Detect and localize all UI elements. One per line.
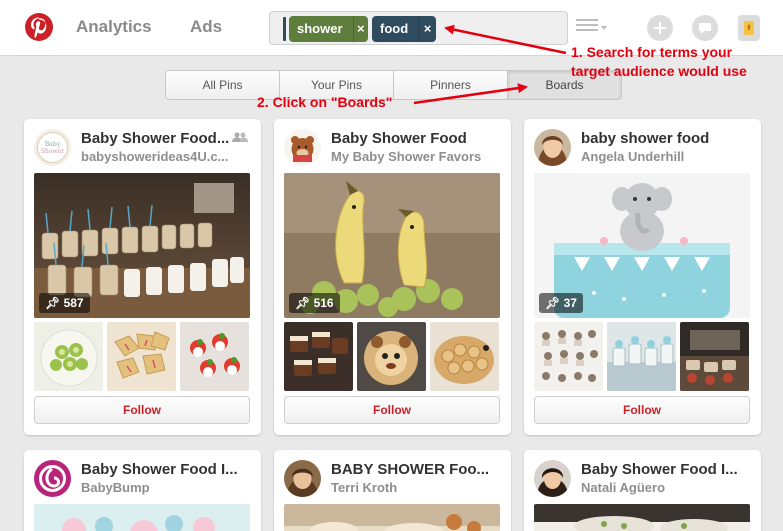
annotation-step-2: 2. Click on "Boards" [257, 94, 393, 110]
remove-chip-icon[interactable]: × [418, 16, 436, 42]
board-thumbnail[interactable] [180, 322, 249, 391]
search-input[interactable]: shower × food × [269, 11, 568, 45]
board-thumbnail[interactable] [34, 322, 103, 391]
board-avatar: Baby Shower [34, 129, 71, 166]
annotation-step-1: 1. Search for terms your target audience… [571, 43, 747, 81]
pin-count-badge: 📌︎ 516 [289, 293, 340, 313]
board-avatar [284, 460, 321, 497]
board-thumbnail[interactable] [284, 322, 353, 391]
board-owner[interactable]: BabyBump [81, 480, 251, 495]
board-thumbnail[interactable] [680, 322, 749, 391]
pin-count: 37 [563, 296, 577, 310]
board-title[interactable]: Baby Shower Food I... [581, 461, 751, 478]
board-thumbnail[interactable] [107, 322, 176, 391]
board-title[interactable]: Baby Shower Food I... [81, 461, 251, 478]
chip-label: food [380, 21, 409, 36]
board-cover-image[interactable]: 📌︎ 516 [284, 173, 500, 318]
board-cover-image[interactable] [284, 504, 500, 531]
pin-count-badge: 📌︎ 587 [39, 293, 90, 313]
pinterest-logo-icon[interactable] [25, 13, 53, 41]
board-owner[interactable]: My Baby Shower Favors [331, 149, 501, 164]
board-owner[interactable]: Angela Underhill [581, 149, 751, 164]
board-cover-image[interactable] [534, 504, 750, 531]
board-thumbnail[interactable] [357, 322, 426, 391]
board-avatar [534, 129, 571, 166]
board-thumbnail[interactable] [607, 322, 676, 391]
board-owner[interactable]: Natali Agüero [581, 480, 751, 495]
group-board-icon [232, 132, 248, 142]
chip-label: shower [297, 21, 343, 36]
search-chip-food[interactable]: food × [372, 16, 436, 42]
board-card[interactable]: Baby Shower Food I... Natali Agüero [524, 450, 761, 531]
remove-chip-icon[interactable]: × [352, 16, 368, 42]
board-title[interactable]: Baby Shower Food... [81, 130, 251, 147]
follow-button[interactable]: Follow [534, 396, 750, 424]
pin-icon: 📌︎ [545, 296, 561, 310]
board-avatar [284, 129, 321, 166]
pin-count: 516 [313, 296, 334, 310]
annotation-step-1-line-1: 1. Search for terms your [571, 44, 733, 60]
annotation-step-1-line-2: target audience would use [571, 63, 747, 79]
board-owner[interactable]: babyshowerideas4U.c... [81, 149, 251, 164]
chat-icon[interactable] [692, 15, 718, 41]
search-chip-shower[interactable]: shower × [289, 16, 368, 42]
svg-text:Shower: Shower [41, 148, 64, 155]
board-card[interactable]: BABY SHOWER Foo... Terri Kroth [274, 450, 511, 531]
search-filter-tabs: All Pins Your Pins Pinners Boards [165, 70, 622, 100]
board-thumbnail[interactable] [534, 322, 603, 391]
board-title[interactable]: baby shower food [581, 130, 751, 147]
board-cover-image[interactable]: 📌︎ 37 [534, 173, 750, 318]
pin-count-badge: 📌︎ 37 [539, 293, 583, 313]
board-owner[interactable]: Terri Kroth [331, 480, 501, 495]
board-card[interactable]: baby shower food Angela Underhill 📌︎ 37 … [524, 119, 761, 435]
svg-text:Baby: Baby [45, 141, 61, 148]
grid-view-icon[interactable] [576, 19, 608, 37]
board-cover-image[interactable] [34, 504, 250, 531]
board-thumbnail[interactable] [430, 322, 499, 391]
follow-button[interactable]: Follow [284, 396, 500, 424]
follow-button[interactable]: Follow [34, 396, 250, 424]
pin-icon: 📌︎ [45, 296, 61, 310]
notification-icon[interactable] [738, 15, 760, 41]
search-cursor [283, 17, 286, 41]
nav-analytics[interactable]: Analytics [76, 17, 152, 37]
pin-icon: 📌︎ [295, 296, 311, 310]
board-avatar [34, 460, 71, 497]
pin-count: 587 [63, 296, 84, 310]
board-avatar [534, 460, 571, 497]
nav-ads[interactable]: Ads [190, 17, 222, 37]
board-card[interactable]: Baby Shower Food I... BabyBump [24, 450, 261, 531]
plus-icon[interactable] [647, 15, 673, 41]
board-card[interactable]: Baby Shower Baby Shower Food... babyshowe… [24, 119, 261, 435]
board-card[interactable]: Baby Shower Food My Baby Shower Favors 📌… [274, 119, 511, 435]
board-title[interactable]: Baby Shower Food [331, 130, 501, 147]
board-title[interactable]: BABY SHOWER Foo... [331, 461, 501, 478]
tab-pinners[interactable]: Pinners [394, 71, 508, 99]
board-cover-image[interactable]: 📌︎ 587 [34, 173, 250, 318]
